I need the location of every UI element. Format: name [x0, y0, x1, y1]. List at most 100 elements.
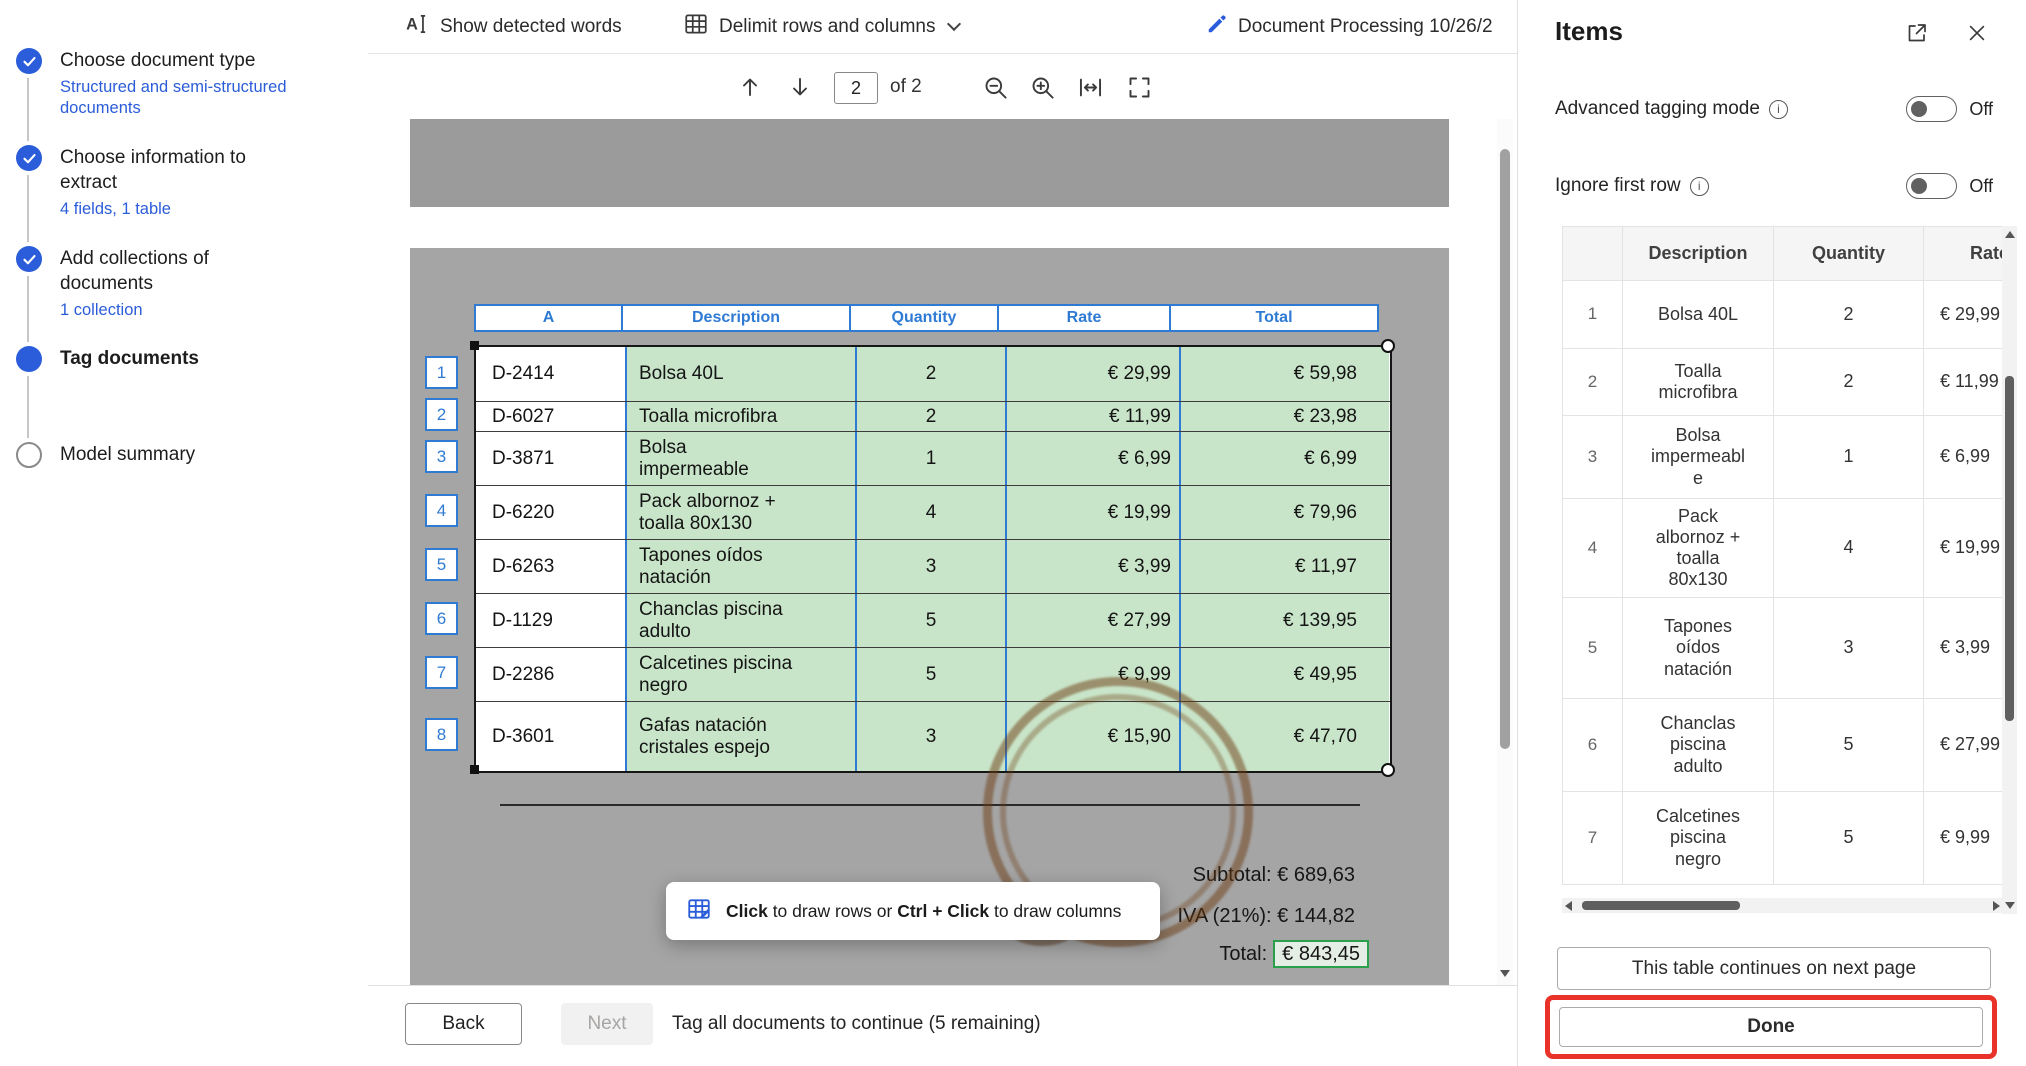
cell-description[interactable]: Tapones oídos natación [625, 540, 855, 593]
items-vscroll-thumb[interactable] [2005, 376, 2014, 721]
cell-id[interactable]: D-3601 [476, 702, 625, 771]
cell-id[interactable]: D-1129 [476, 594, 625, 647]
ignore-first-row-toggle[interactable] [1906, 173, 1957, 199]
popout-icon[interactable] [1904, 20, 1930, 46]
cell-total[interactable]: € 47,70 [1179, 702, 1389, 771]
cell-quantity[interactable]: 2 [855, 347, 1005, 401]
table-continues-button[interactable]: This table continues on next page [1557, 947, 1991, 990]
cell-id[interactable]: D-2286 [476, 648, 625, 701]
cell-rate[interactable]: € 27,99 [1005, 594, 1179, 647]
scroll-right-arrow-icon[interactable] [1993, 901, 2000, 911]
viewer-scrollbar[interactable] [1497, 119, 1513, 985]
column-header-description[interactable]: Description [621, 304, 851, 332]
next-button[interactable]: Next [561, 1003, 653, 1045]
scroll-down-arrow-icon[interactable] [1500, 970, 1510, 977]
table-row[interactable]: D-6027Toalla microfibra2€ 11,99€ 23,98 [476, 401, 1390, 431]
scroll-left-arrow-icon[interactable] [1565, 901, 1572, 911]
cell-description[interactable]: Bolsa impermeable [625, 432, 855, 485]
cell-id[interactable]: D-3871 [476, 432, 625, 485]
row-number-1[interactable]: 1 [425, 356, 458, 389]
tagged-table-selection[interactable]: D-2414Bolsa 40L2€ 29,99€ 59,98 D-6027Toa… [474, 345, 1392, 773]
fit-width-button[interactable] [1075, 72, 1105, 102]
step-sublabel[interactable]: 1 collection [60, 300, 300, 321]
step-model-summary[interactable]: Model summary [16, 442, 300, 468]
selection-handle-bottom-left[interactable] [470, 765, 479, 774]
page-number-input[interactable] [834, 72, 878, 104]
row-number-4[interactable]: 4 [425, 494, 458, 527]
cell-rate[interactable]: € 3,99 [1005, 540, 1179, 593]
cell-rate[interactable]: € 6,99 [1005, 432, 1179, 485]
advanced-tagging-toggle[interactable] [1906, 96, 1957, 122]
show-detected-words-button[interactable]: A Show detected words [404, 0, 622, 54]
zoom-in-button[interactable] [1027, 72, 1057, 102]
cell-quantity[interactable]: 5 [855, 594, 1005, 647]
cell-description[interactable]: Gafas natación cristales espejo [625, 702, 855, 771]
cell-id[interactable]: D-2414 [476, 347, 625, 401]
cell-total[interactable]: € 79,96 [1179, 486, 1389, 539]
cell-total[interactable]: € 139,95 [1179, 594, 1389, 647]
scroll-down-arrow-icon[interactable] [2005, 902, 2015, 909]
row-number-3[interactable]: 3 [425, 440, 458, 473]
cell-id[interactable]: D-6220 [476, 486, 625, 539]
column-header-total[interactable]: Total [1169, 304, 1379, 332]
cell-description[interactable]: Calcetines piscina negro [625, 648, 855, 701]
cell-quantity[interactable]: 2 [855, 402, 1005, 431]
cell-id[interactable]: D-6027 [476, 402, 625, 431]
cell-rate[interactable]: € 29,99 [1005, 347, 1179, 401]
cell-quantity[interactable]: 1 [855, 432, 1005, 485]
back-button[interactable]: Back [405, 1003, 522, 1045]
scroll-up-arrow-icon[interactable] [2005, 231, 2015, 238]
cell-quantity[interactable]: 4 [855, 486, 1005, 539]
cell-description[interactable]: Bolsa 40L [625, 347, 855, 401]
cell-total[interactable]: € 23,98 [1179, 402, 1389, 431]
cell-quantity[interactable]: 5 [855, 648, 1005, 701]
cell-rate[interactable]: € 9,99 [1005, 648, 1179, 701]
info-icon[interactable]: i [1769, 100, 1788, 119]
table-row[interactable]: D-2414Bolsa 40L2€ 29,99€ 59,98 [476, 347, 1390, 401]
cell-quantity[interactable]: 3 [855, 540, 1005, 593]
row-number-8[interactable]: 8 [425, 718, 458, 751]
table-row[interactable]: D-3601Gafas natación cristales espejo3€ … [476, 701, 1390, 771]
table-row[interactable]: D-1129Chanclas piscina adulto5€ 27,99€ 1… [476, 593, 1390, 647]
step-tag-documents[interactable]: Tag documents [16, 346, 300, 372]
step-sublabel[interactable]: 4 fields, 1 table [60, 199, 300, 220]
close-icon[interactable] [1964, 20, 1990, 46]
items-horizontal-scrollbar[interactable] [1562, 898, 2003, 913]
row-number-7[interactable]: 7 [425, 656, 458, 689]
document-title-button[interactable]: Document Processing 10/26/2 [1206, 0, 1512, 54]
row-number-5[interactable]: 5 [425, 548, 458, 581]
step-add-collections[interactable]: Add collections of documents1 collection [16, 246, 300, 321]
cell-rate[interactable]: € 15,90 [1005, 702, 1179, 771]
fit-screen-button[interactable] [1124, 72, 1154, 102]
cell-description[interactable]: Toalla microfibra [625, 402, 855, 431]
page-up-button[interactable] [735, 72, 765, 102]
row-number-2[interactable]: 2 [425, 398, 458, 431]
items-vertical-scrollbar[interactable] [2002, 226, 2017, 914]
info-icon[interactable]: i [1690, 177, 1709, 196]
step-choose-document-type[interactable]: Choose document typeStructured and semi-… [16, 48, 300, 119]
row-number-6[interactable]: 6 [425, 602, 458, 635]
table-row[interactable]: D-6220Pack albornoz + toalla 80x1304€ 19… [476, 485, 1390, 539]
zoom-out-button[interactable] [980, 72, 1010, 102]
cell-total[interactable]: € 49,95 [1179, 648, 1389, 701]
cell-rate[interactable]: € 11,99 [1005, 402, 1179, 431]
cell-description[interactable]: Chanclas piscina adulto [625, 594, 855, 647]
total-value-tagged[interactable]: € 843,45 [1273, 940, 1369, 968]
page-down-button[interactable] [785, 72, 815, 102]
step-choose-information[interactable]: Choose information to extract4 fields, 1… [16, 145, 300, 220]
cell-total[interactable]: € 59,98 [1179, 347, 1389, 401]
column-header-a[interactable]: A [474, 304, 623, 332]
table-row[interactable]: D-2286Calcetines piscina negro5€ 9,99€ 4… [476, 647, 1390, 701]
selection-handle-top-right[interactable] [1381, 339, 1395, 353]
column-header-rate[interactable]: Rate [997, 304, 1171, 332]
viewer-scrollbar-thumb[interactable] [1500, 149, 1510, 749]
step-sublabel[interactable]: Structured and semi-structured documents [60, 77, 300, 119]
column-header-quantity[interactable]: Quantity [849, 304, 999, 332]
cell-id[interactable]: D-6263 [476, 540, 625, 593]
done-button[interactable]: Done [1559, 1007, 1983, 1047]
cell-total[interactable]: € 11,97 [1179, 540, 1389, 593]
items-hscroll-thumb[interactable] [1582, 901, 1740, 910]
cell-total[interactable]: € 6,99 [1179, 432, 1389, 485]
cell-description[interactable]: Pack albornoz + toalla 80x130 [625, 486, 855, 539]
document-page[interactable]: A Description Quantity Rate Total 1 2 3 … [410, 248, 1449, 985]
